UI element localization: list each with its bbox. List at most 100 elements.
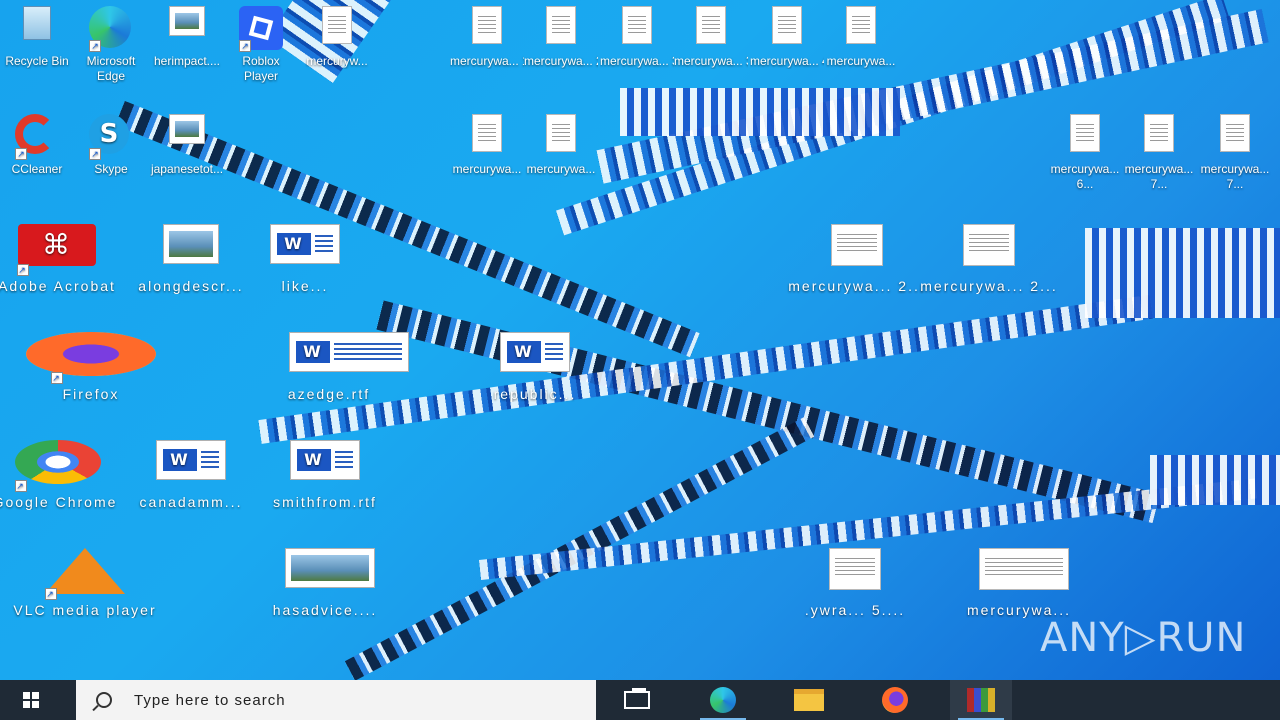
document-icon <box>1137 114 1181 158</box>
desktop-icon-skype[interactable]: S ↗ Skype <box>74 108 148 177</box>
shortcut-arrow-icon: ↗ <box>45 588 57 600</box>
desktop-icon-document[interactable]: mercurywa... 2... <box>782 218 932 294</box>
document-icon <box>817 224 897 274</box>
word-document-icon: W <box>265 224 345 274</box>
icon-label: mercurywa... <box>526 162 596 176</box>
ccleaner-icon: ↗ <box>15 114 59 160</box>
icon-label: japanesetot... <box>150 162 224 176</box>
edge-icon: ↗ <box>89 6 133 52</box>
document-icon <box>815 548 895 598</box>
desktop-icon-document[interactable]: mercurywa... 3... <box>674 0 748 69</box>
start-button[interactable] <box>0 680 62 720</box>
desktop-icon-vlc-media-player[interactable]: ↗ VLC media player <box>10 542 160 618</box>
taskbar-search-box[interactable]: Type here to search <box>76 680 596 720</box>
desktop-icon-like[interactable]: W like... <box>230 218 380 294</box>
shortcut-arrow-icon: ↗ <box>89 148 101 160</box>
taskbar-winrar[interactable] <box>950 680 1012 720</box>
shortcut-arrow-icon: ↗ <box>239 40 251 52</box>
taskbar-file-explorer[interactable] <box>778 680 840 720</box>
desktop-icon-smithfrom-rtf[interactable]: W smithfrom.rtf <box>250 434 400 510</box>
desktop-icon-document[interactable]: mercuryw... <box>300 0 374 69</box>
desktop-icon-document[interactable]: mercurywa... 7... <box>1198 108 1272 192</box>
glitch-block <box>1150 455 1280 505</box>
anyrun-watermark: ANY▷RUN <box>1040 615 1247 661</box>
document-icon <box>315 6 359 50</box>
icon-label: azedge.rtf <box>287 386 371 402</box>
task-view-button[interactable] <box>606 680 668 720</box>
glitch-block <box>620 88 900 136</box>
desktop-icon-document[interactable]: mercurywa... 2... <box>914 218 1064 294</box>
image-file-icon <box>285 548 375 598</box>
search-icon <box>96 692 112 708</box>
document-icon <box>689 6 733 50</box>
shortcut-arrow-icon: ↗ <box>51 372 63 384</box>
icon-label: like... <box>281 278 329 294</box>
desktop-icon-document[interactable]: mercurywa... 6... <box>1048 108 1122 192</box>
taskbar-edge[interactable] <box>692 680 754 720</box>
icon-label: hasadvice.... <box>272 602 378 618</box>
icon-label: mercurywa... 3... <box>674 54 748 68</box>
taskbar: Type here to search <box>0 680 1280 720</box>
desktop-icon-document[interactable]: mercurywa... <box>450 108 524 177</box>
icon-label: mercurywa... <box>452 162 522 176</box>
icon-label: Recycle Bin <box>5 54 69 68</box>
desktop-icon-firefox[interactable]: ↗ Firefox <box>16 326 166 402</box>
word-document-icon: W <box>289 332 409 382</box>
desktop-icon-recycle-bin[interactable]: Recycle Bin <box>0 0 74 69</box>
desktop-icon-document[interactable]: mercurywa... <box>824 0 898 69</box>
desktop-icon-azedge-rtf[interactable]: W azedge.rtf <box>254 326 409 402</box>
desktop-icon-adobe-acrobat[interactable]: ⌘ ↗ Adobe Acrobat <box>0 218 132 294</box>
document-icon <box>765 6 809 50</box>
word-document-icon: W <box>285 440 365 490</box>
edge-icon <box>710 687 736 713</box>
desktop-icon-republic[interactable]: W republic... <box>460 326 610 402</box>
desktop-icon-document[interactable]: mercurywa... <box>524 108 598 177</box>
desktop-icon-google-chrome[interactable]: ↗ Google Chrome <box>0 434 130 510</box>
icon-label: mercurywa... 2... <box>788 278 926 294</box>
icon-label: Firefox <box>62 386 120 402</box>
shortcut-arrow-icon: ↗ <box>17 264 29 276</box>
desktop-icon-herimpact[interactable]: herimpact.... <box>150 0 224 69</box>
desktop-icon-microsoft-edge[interactable]: ↗ Microsoft Edge <box>74 0 148 84</box>
document-icon <box>949 224 1029 274</box>
icon-label: VLC media player <box>13 602 157 618</box>
icon-label: Microsoft Edge <box>86 54 136 83</box>
icon-label: Roblox Player <box>242 54 280 83</box>
word-document-icon: W <box>151 440 231 490</box>
icon-label: CCleaner <box>11 162 63 176</box>
desktop-icon-roblox-player[interactable]: ↗ Roblox Player <box>224 0 298 84</box>
icon-label: .ywra... 5.... <box>804 602 906 618</box>
desktop-icon-document[interactable]: mercurywa... 7... <box>1122 108 1196 192</box>
recycle-bin-icon <box>15 6 59 50</box>
icon-label: republic... <box>493 386 577 402</box>
folder-icon <box>794 689 824 711</box>
acrobat-icon: ⌘ ↗ <box>17 224 97 276</box>
windows-logo-icon <box>23 692 39 708</box>
desktop-icon-canadamm[interactable]: W canadamm... <box>116 434 266 510</box>
desktop-icon-document[interactable]: mercurywa... 2... <box>524 0 598 69</box>
desktop-icon-document[interactable]: .ywra... 5.... <box>780 542 930 618</box>
desktop-icon-japanesetot[interactable]: japanesetot... <box>150 108 224 177</box>
search-placeholder: Type here to search <box>134 691 286 709</box>
document-icon <box>839 6 883 50</box>
icon-label: mercurywa... <box>826 54 896 68</box>
icon-label: mercuryw... <box>306 54 368 68</box>
icon-label: mercurywa... 6... <box>1050 162 1120 191</box>
icon-label: smithfrom.rtf <box>273 494 377 510</box>
skype-icon: S ↗ <box>89 114 133 160</box>
desktop-icon-document[interactable]: mercurywa... 3... <box>600 0 674 69</box>
icon-label: Google Chrome <box>0 494 118 510</box>
chrome-icon: ↗ <box>15 440 101 492</box>
firefox-icon: ↗ <box>26 332 156 384</box>
desktop-icon-document[interactable]: mercurywa... <box>944 542 1094 618</box>
desktop-icon-document[interactable]: mercurywa... 4... <box>750 0 824 69</box>
desktop-icon-ccleaner[interactable]: ↗ CCleaner <box>0 108 74 177</box>
desktop-icon-hasadvice[interactable]: hasadvice.... <box>250 542 400 618</box>
document-icon <box>465 114 509 158</box>
icon-label: canadamm... <box>139 494 243 510</box>
desktop-icon-document[interactable]: mercurywa... 1... <box>450 0 524 69</box>
taskbar-firefox[interactable] <box>864 680 926 720</box>
word-document-icon: W <box>495 332 575 382</box>
icon-label: mercurywa... 3... <box>600 54 674 68</box>
image-file-icon <box>165 114 209 158</box>
